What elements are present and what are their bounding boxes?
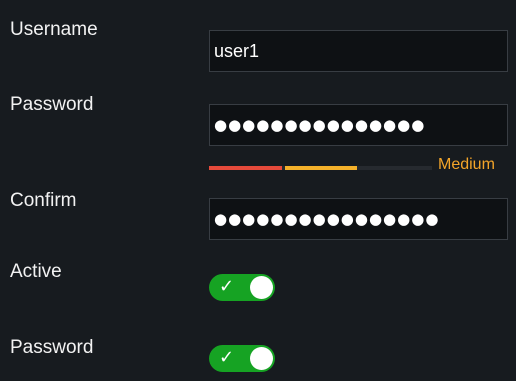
check-icon: ✓ (219, 276, 235, 297)
check-icon: ✓ (219, 347, 235, 368)
password-strength-meter (209, 166, 432, 170)
password-strength-label: Medium (438, 156, 495, 173)
confirm-label: Confirm (10, 190, 77, 211)
password-label: Password (10, 94, 94, 115)
password-toggle[interactable]: ✓ (209, 345, 275, 372)
username-field[interactable]: user1 (209, 30, 508, 72)
active-toggle[interactable]: ✓ (209, 274, 275, 301)
password-field[interactable]: ●●●●●●●●●●●●●●● (209, 104, 508, 146)
strength-segment-medium (285, 166, 357, 170)
username-label: Username (10, 19, 98, 40)
confirm-password-field[interactable]: ●●●●●●●●●●●●●●●● (209, 198, 508, 240)
strength-segment-weak (209, 166, 282, 170)
password-toggle-label: Password (10, 337, 94, 358)
toggle-knob (250, 276, 273, 299)
toggle-knob (250, 347, 273, 370)
user-form-panel: Username user1 Password ●●●●●●●●●●●●●●● … (0, 0, 516, 381)
active-label: Active (10, 261, 62, 282)
strength-segment-strong (360, 166, 432, 170)
